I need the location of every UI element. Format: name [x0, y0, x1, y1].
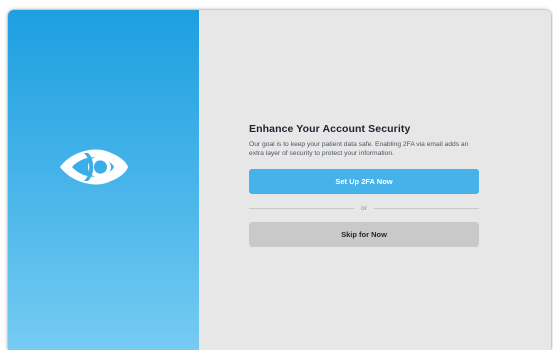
- page-title: Enhance Your Account Security: [249, 123, 411, 135]
- eye-logo-icon: [60, 149, 128, 185]
- app-window: Enhance Your Account Security Our goal i…: [8, 10, 551, 350]
- setup-2fa-button[interactable]: Set Up 2FA Now: [249, 169, 479, 194]
- skip-button[interactable]: Skip for Now: [249, 222, 479, 247]
- divider-label: or: [361, 204, 367, 212]
- divider-line-right: [373, 207, 479, 209]
- security-prompt-card: Enhance Your Account Security Our goal i…: [249, 123, 479, 247]
- or-divider: or: [249, 203, 479, 213]
- brand-panel: [8, 10, 199, 350]
- description-text: Our goal is to keep your patient data sa…: [249, 141, 469, 157]
- content-panel: Enhance Your Account Security Our goal i…: [199, 10, 551, 350]
- divider-line-left: [249, 207, 355, 209]
